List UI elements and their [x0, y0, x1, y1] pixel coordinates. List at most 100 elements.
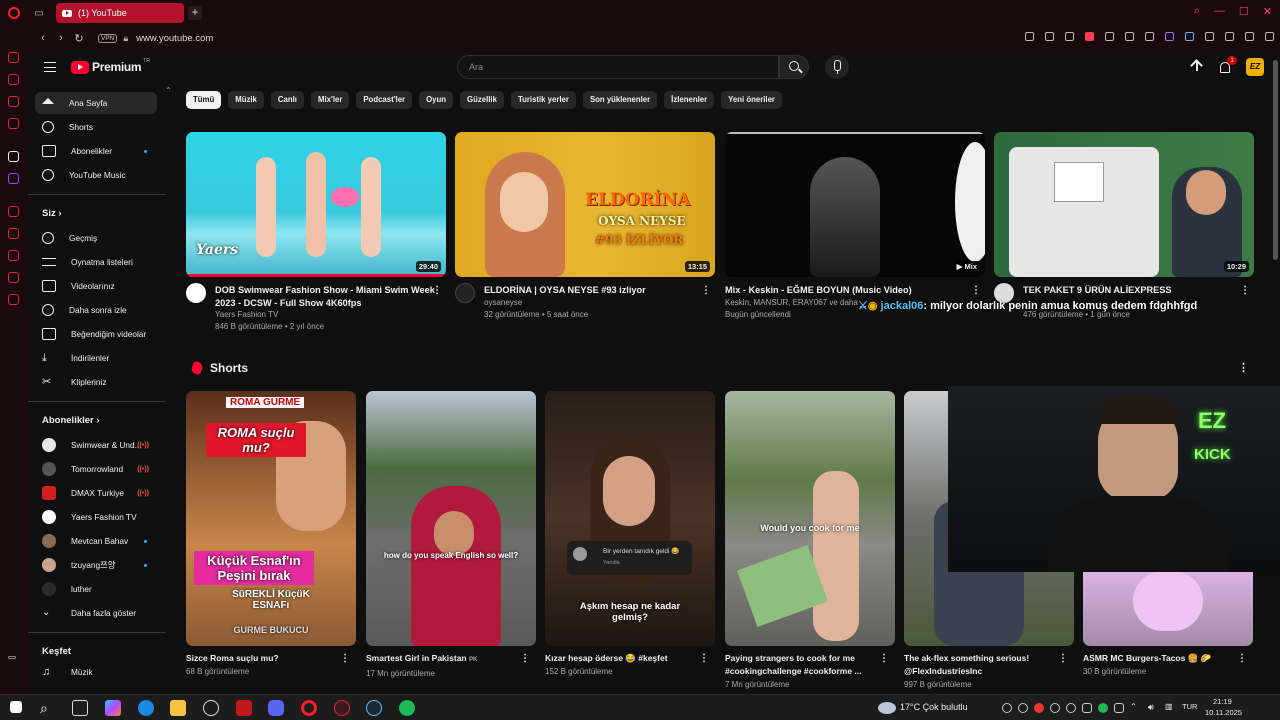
more-options-icon[interactable]: ⋮ [701, 285, 711, 296]
short-card[interactable]: Bir yerden tanıdık geldi 😂 Yanıtla Aşkım… [545, 391, 715, 676]
channel-avatar[interactable] [455, 283, 475, 303]
opera-icon[interactable] [301, 700, 317, 716]
search-button[interactable] [779, 55, 809, 79]
video-thumbnail[interactable]: ▶ Mix [725, 132, 985, 277]
video-card[interactable]: Yaers 29:40 DOB Swimwear Fashion Show - … [186, 132, 446, 333]
voice-search-icon[interactable] [825, 55, 849, 79]
tray-overflow-icon[interactable]: ⌃ [1130, 702, 1137, 711]
edge-icon[interactable] [138, 700, 154, 716]
opera-logo-icon[interactable] [0, 0, 28, 26]
translate-icon[interactable] [1185, 32, 1194, 41]
you-heading[interactable]: Siz › [42, 208, 62, 219]
chip[interactable]: Son yüklenenler [582, 91, 658, 109]
pin-icon[interactable] [1045, 32, 1054, 41]
short-title[interactable]: The ak-flex something serious! @FlexIndu… [904, 652, 1054, 678]
video-channel[interactable]: oysaneyse [484, 298, 522, 307]
page-scrollbar[interactable] [1273, 60, 1278, 260]
short-title[interactable]: Sizce Roma suçlu mu? [186, 652, 336, 665]
discord-icon[interactable] [268, 700, 284, 716]
sidebar-sub-channel[interactable]: luther [35, 578, 157, 600]
sidebar-item-youtube-music[interactable]: YouTube Music [35, 164, 157, 186]
sidebar-sub-channel[interactable]: Tomorrowland ((•)) [35, 458, 157, 480]
network-icon[interactable]: ▥ [1165, 702, 1173, 711]
tray-icon[interactable] [1066, 703, 1076, 713]
snapshot-icon[interactable] [1065, 32, 1074, 41]
short-thumbnail[interactable]: how do you speak English so well? [366, 391, 536, 646]
forward-icon[interactable]: › [52, 32, 70, 44]
more-options-icon[interactable]: ⋮ [1058, 653, 1068, 664]
extensions-icon[interactable] [1225, 32, 1234, 41]
language-indicator[interactable]: TUR [1182, 702, 1197, 711]
sidebar-sub-channel[interactable]: Mevtcan Bahav [35, 530, 157, 552]
zoom-icon[interactable] [1025, 32, 1034, 41]
lock-icon[interactable]: 🔒︎ [123, 33, 128, 44]
video-card[interactable]: ELDORİNA OYSA NEYSE #93 İZLİYOR 13:15 EL… [455, 132, 715, 333]
sidebar-item-playlists[interactable]: Oynatma listeleri [35, 251, 157, 273]
search-icon[interactable]: ⌕ [40, 700, 56, 716]
player-sidebar-icon[interactable] [8, 206, 19, 217]
video-title[interactable]: TEK PAKET 9 ÜRÜN ALİEXPRESS [1023, 284, 1243, 297]
sidebar-item-downloads[interactable]: ⤓ İndirilenler [35, 347, 157, 369]
sidebar-item-liked[interactable]: Beğendiğim videolar [35, 323, 157, 345]
short-title[interactable]: Smartest Girl in Pakistan PK [366, 652, 516, 667]
tray-icon[interactable] [1050, 703, 1060, 713]
sidebar-item-home[interactable]: Ana Sayfa [35, 92, 157, 114]
chip[interactable]: Müzik [228, 91, 264, 109]
more-options-icon[interactable]: ⋮ [1240, 285, 1250, 296]
sidebar-sub-channel[interactable]: Swimwear & Und... ((•)) [35, 434, 157, 456]
pocket-icon[interactable] [1085, 32, 1094, 41]
reload-icon[interactable]: ↻ [70, 32, 88, 45]
back-icon[interactable]: ‹ [34, 32, 52, 44]
recorder-icon[interactable] [236, 700, 252, 716]
sidebar-scroll-up-icon[interactable]: ⌃ [165, 86, 172, 95]
upload-icon[interactable] [1190, 60, 1204, 74]
subscriptions-heading[interactable]: Abonelikler › [42, 415, 100, 426]
speaker-icon[interactable] [1165, 32, 1174, 41]
chip[interactable]: Turistik yerler [510, 91, 576, 109]
sidebar-item-your-videos[interactable]: Videolarınız [35, 275, 157, 297]
vpn-badge[interactable]: VPN [98, 33, 118, 43]
notifications-icon[interactable]: 1 [1218, 56, 1237, 74]
tray-icon[interactable] [1114, 703, 1124, 713]
opera-gx-icon[interactable] [334, 700, 350, 716]
weather-icon[interactable] [878, 702, 896, 714]
url-field[interactable]: www.youtube.com [136, 33, 213, 44]
video-thumbnail[interactable]: 10:29 [994, 132, 1254, 277]
close-icon[interactable]: ✕ [1263, 5, 1272, 18]
channel-avatar[interactable] [186, 283, 206, 303]
messenger-icon[interactable] [8, 118, 19, 129]
sidebar-sub-channel[interactable]: DMAX Turkiye ((•)) [35, 482, 157, 504]
volume-icon[interactable]: 🔊︎ [1148, 702, 1154, 713]
chip[interactable]: Oyun [419, 91, 454, 109]
minimize-icon[interactable]: — [1214, 5, 1225, 18]
sidebar-item-clips[interactable]: ✂ Klipleriniz [35, 371, 157, 393]
chip[interactable]: Tümü [186, 91, 222, 109]
tiktok-icon[interactable] [8, 151, 19, 162]
video-channel[interactable]: Keskin, MANSUR, ERAY067 ve daha [725, 298, 858, 307]
spotify-icon[interactable] [399, 700, 415, 716]
more-options-icon[interactable]: ⋮ [520, 653, 530, 664]
obs-icon[interactable] [203, 700, 219, 716]
short-thumbnail[interactable]: ROMA GURME ROMA suçlu mu? Küçük Esnaf'ın… [186, 391, 356, 646]
weather-text[interactable]: 17°C Çok bulutlu [900, 702, 968, 712]
more-options-icon[interactable]: ⋮ [879, 653, 889, 664]
menu-icon[interactable] [44, 62, 56, 72]
more-options-icon[interactable]: ⋮ [971, 285, 981, 296]
more-options-icon[interactable]: ⋮ [1237, 653, 1247, 664]
video-title[interactable]: ELDORİNA | OYSA NEYSE #93 izliyor [484, 284, 704, 297]
more-options-icon[interactable]: ⋮ [340, 653, 350, 664]
new-tab-button[interactable]: + [188, 6, 202, 20]
tray-icon[interactable] [1082, 703, 1092, 713]
chip[interactable]: Mix'ler [310, 91, 350, 109]
tab-youtube[interactable]: (1) YouTube [56, 3, 184, 23]
chip[interactable]: Podcast'ler [356, 91, 413, 109]
short-thumbnail[interactable]: Bir yerden tanıdık geldi 😂 Yanıtla Aşkım… [545, 391, 715, 646]
settings-sidebar-icon[interactable] [8, 294, 19, 305]
short-title[interactable]: ASMR MC Burgers-Tacos 🍔 🌮 [1083, 652, 1233, 665]
steam-icon[interactable] [366, 700, 382, 716]
puzzle-icon[interactable] [1205, 32, 1214, 41]
sidebar-sub-channel[interactable]: Yaers Fashion TV [35, 506, 157, 528]
task-view-icon[interactable] [72, 700, 88, 716]
chip[interactable]: Güzellik [460, 91, 504, 109]
video-title[interactable]: Mix - Keskin - EĞME BOYUN (Music Video) [725, 284, 945, 297]
